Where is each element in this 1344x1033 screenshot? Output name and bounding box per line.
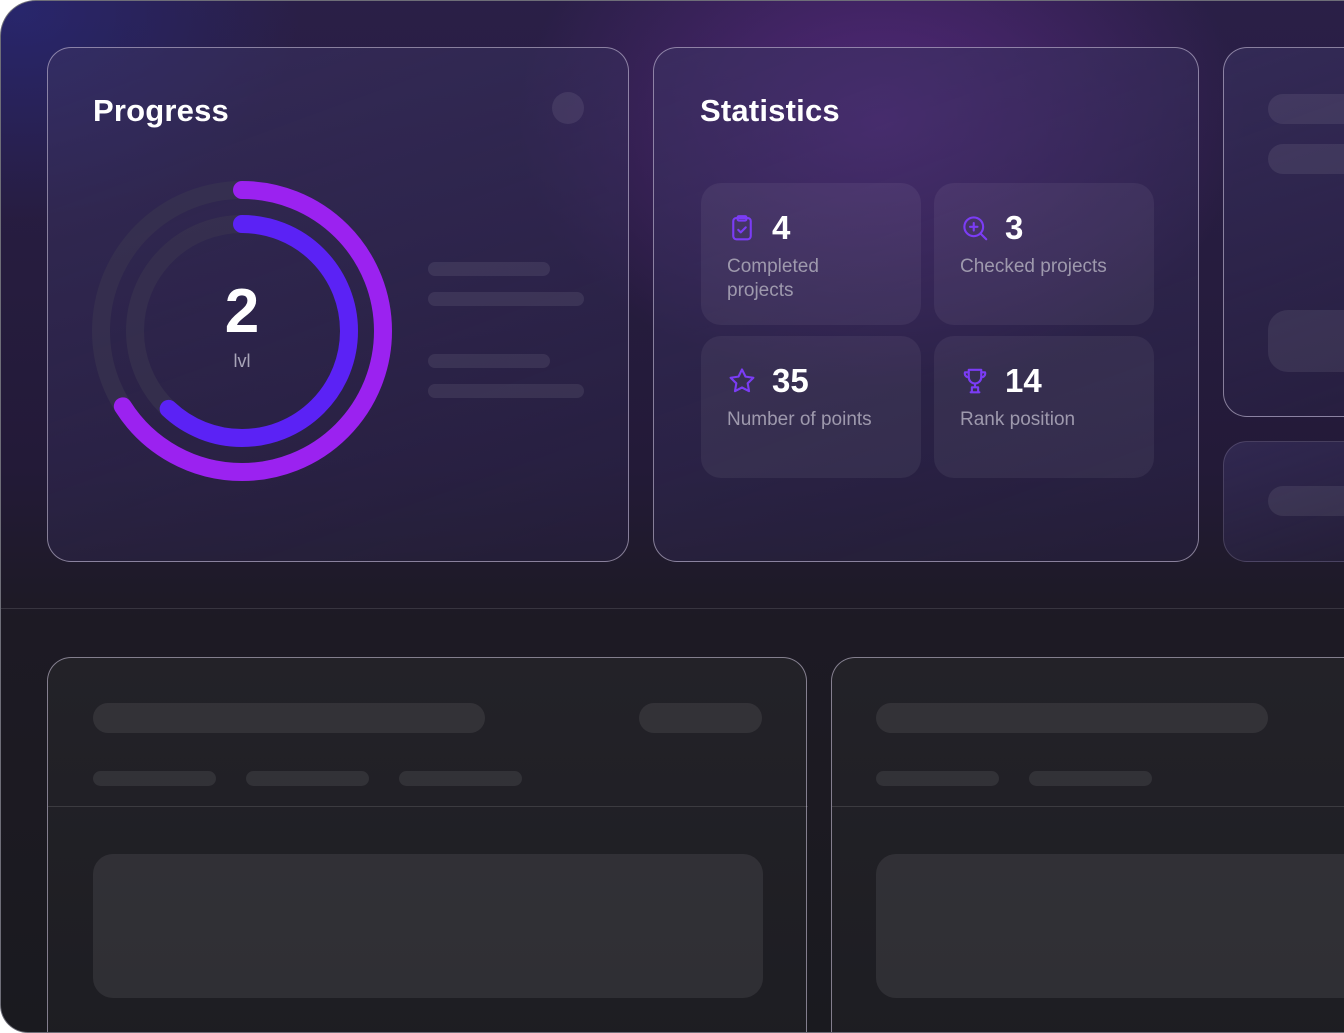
placeholder-button[interactable] (639, 703, 762, 733)
placeholder-content (93, 854, 763, 998)
stat-tile-points[interactable]: 35 Number of points (701, 336, 921, 478)
stat-value: 35 (772, 362, 809, 399)
placeholder-tab[interactable] (246, 771, 369, 786)
stat-label: Checked projects (960, 256, 1107, 277)
stat-tile-checked[interactable]: 3 Checked projects (934, 183, 1154, 325)
star-icon (729, 368, 755, 393)
side-card-top (1223, 47, 1344, 417)
placeholder-line (1268, 144, 1344, 174)
card-menu-button[interactable] (552, 92, 584, 124)
bottom-card-right (831, 657, 1344, 1032)
clipboard-check-icon (732, 215, 752, 241)
card-divider (832, 806, 1344, 807)
level-label: lvl (233, 351, 251, 371)
stat-value: 3 (1005, 209, 1024, 246)
legend-placeholder-4 (428, 384, 584, 398)
placeholder-title (876, 703, 1268, 733)
placeholder-tab[interactable] (93, 771, 216, 786)
placeholder-tab[interactable] (876, 771, 999, 786)
legend-placeholder-2 (428, 292, 584, 306)
placeholder-button[interactable] (1268, 310, 1344, 372)
placeholder-tab[interactable] (399, 771, 522, 786)
stat-tile-completed[interactable]: 4 Completed projects (701, 183, 921, 325)
placeholder-line (1268, 94, 1344, 124)
statistics-title: Statistics (700, 93, 840, 128)
legend-placeholder-1 (428, 262, 550, 276)
progress-title: Progress (93, 93, 229, 128)
search-plus-icon (963, 216, 988, 241)
card-divider (48, 806, 808, 807)
placeholder-tab[interactable] (1029, 771, 1152, 786)
stat-label: Completed projects (727, 256, 819, 301)
progress-card: Progress 2 lvl (47, 47, 629, 562)
trophy-icon (963, 368, 987, 394)
stat-tile-rank[interactable]: 14 Rank position (934, 336, 1154, 478)
statistics-card: Statistics 4 Completed projects 3 Checke… (653, 47, 1199, 562)
side-card-bottom (1223, 441, 1344, 562)
stat-label: Number of points (727, 409, 872, 430)
placeholder-line (1268, 486, 1344, 516)
stat-label: Rank position (960, 409, 1076, 430)
app-frame: Progress 2 lvl Statistics 4 Completed pr… (0, 0, 1344, 1033)
placeholder-content (876, 854, 1344, 998)
legend-placeholder-3 (428, 354, 550, 368)
stat-value: 4 (772, 209, 791, 246)
level-progress-chart: 2 lvl (92, 181, 392, 481)
section-divider (1, 608, 1344, 609)
placeholder-title (93, 703, 485, 733)
level-value: 2 (224, 277, 260, 346)
stat-value: 14 (1005, 362, 1042, 399)
bottom-card-left (47, 657, 808, 1032)
